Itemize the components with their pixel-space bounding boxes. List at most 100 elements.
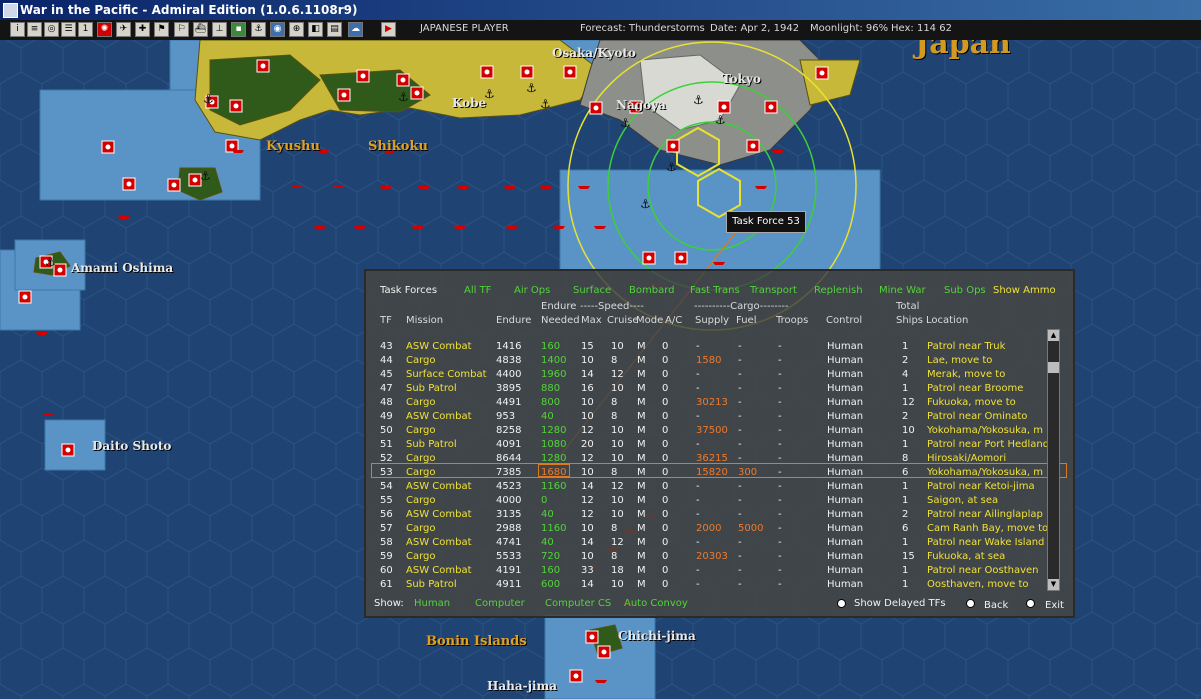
- port-anchor-icon[interactable]: ⚓: [540, 97, 551, 111]
- cell-tf[interactable]: 48: [380, 397, 393, 409]
- column-header-location[interactable]: Location: [926, 315, 968, 327]
- cell-tf[interactable]: 59: [380, 551, 393, 563]
- info-icon[interactable]: i: [10, 22, 25, 37]
- filter-surface[interactable]: Surface: [573, 285, 611, 297]
- filter-bombard[interactable]: Bombard: [629, 285, 674, 297]
- cell-location[interactable]: Patrol near Truk: [927, 341, 1005, 353]
- exit-radio-icon[interactable]: [1026, 599, 1035, 608]
- cell-mission[interactable]: Surface Combat: [406, 369, 487, 381]
- port-anchor-icon[interactable]: ⚓: [715, 113, 726, 127]
- cell-location[interactable]: Fukuoka, at sea: [927, 551, 1005, 563]
- cell-location[interactable]: Oosthaven, move to: [927, 579, 1029, 591]
- report-icon[interactable]: ▤: [327, 22, 342, 37]
- ship-icon[interactable]: [595, 680, 607, 683]
- unit-icon[interactable]: 1: [78, 22, 93, 37]
- ship-icon[interactable]: [42, 413, 54, 416]
- cell-tf[interactable]: 43: [380, 341, 393, 353]
- show-computer[interactable]: Computer: [475, 598, 525, 610]
- column-header-cruise[interactable]: Cruise: [607, 315, 639, 327]
- ship-icon[interactable]: [457, 186, 469, 189]
- filter-transport[interactable]: Transport: [750, 285, 797, 297]
- ship-icon[interactable]: [553, 226, 565, 229]
- ship-icon[interactable]: [380, 186, 392, 189]
- cell-location[interactable]: Patrol near Oosthaven: [927, 565, 1039, 577]
- filter-sub-ops[interactable]: Sub Ops: [944, 285, 986, 297]
- target-icon[interactable]: ◎: [44, 22, 59, 37]
- ship-icon[interactable]: [504, 186, 516, 189]
- cell-location[interactable]: Cam Ranh Bay, move to: [927, 523, 1048, 535]
- filter-fast-trans[interactable]: Fast Trans: [690, 285, 740, 297]
- cell-location[interactable]: Merak, move to: [927, 369, 1005, 381]
- cell-mission[interactable]: ASW Combat: [406, 565, 472, 577]
- cell-mission[interactable]: ASW Combat: [406, 411, 472, 423]
- cell-tf[interactable]: 47: [380, 383, 393, 395]
- ship-icon[interactable]: ⛴: [193, 22, 208, 37]
- ground-unit-icon[interactable]: ▪: [231, 22, 246, 37]
- cell-location[interactable]: Hirosaki/Aomori: [927, 453, 1006, 465]
- airfield-icon[interactable]: ✚: [135, 22, 150, 37]
- cell-tf[interactable]: 45: [380, 369, 393, 381]
- cell-mission[interactable]: Sub Patrol: [406, 383, 457, 395]
- cell-tf[interactable]: 61: [380, 579, 393, 591]
- flag-icon[interactable]: ⚐: [174, 22, 189, 37]
- show-delayed-tfs-button[interactable]: Show Delayed TFs: [854, 598, 946, 610]
- ship-icon[interactable]: [454, 226, 466, 229]
- filter-all-tf[interactable]: All TF: [464, 285, 491, 297]
- column-header-ships[interactable]: Ships: [896, 315, 923, 327]
- column-header-mission[interactable]: Mission: [406, 315, 443, 327]
- cell-tf[interactable]: 56: [380, 509, 393, 521]
- show-delayed-radio-icon[interactable]: [837, 599, 846, 608]
- column-header-endure[interactable]: Endure: [496, 315, 531, 327]
- port-anchor-icon[interactable]: ⚓: [693, 93, 704, 107]
- orders-icon[interactable]: ◧: [308, 22, 323, 37]
- globe-icon[interactable]: ◉: [270, 22, 285, 37]
- column-header-mode[interactable]: Mode: [636, 315, 663, 327]
- cell-tf[interactable]: 58: [380, 537, 393, 549]
- cell-tf[interactable]: 54: [380, 481, 393, 493]
- ship-icon[interactable]: [418, 186, 430, 189]
- exit-button[interactable]: Exit: [1045, 600, 1064, 612]
- ship-icon[interactable]: [594, 226, 606, 229]
- cell-tf[interactable]: 52: [380, 453, 393, 465]
- cell-mission[interactable]: Cargo: [406, 467, 436, 479]
- show-computer-cs[interactable]: Computer CS: [545, 598, 611, 610]
- scroll-thumb[interactable]: [1048, 362, 1059, 373]
- cell-mission[interactable]: Cargo: [406, 495, 436, 507]
- column-header-fuel[interactable]: Fuel: [736, 315, 756, 327]
- cell-tf[interactable]: 55: [380, 495, 393, 507]
- show-auto-convoy[interactable]: Auto Convoy: [624, 598, 688, 610]
- port-anchor-icon[interactable]: ⚓: [398, 90, 409, 104]
- base-flag-icon[interactable]: ⚑: [154, 22, 169, 37]
- ship-icon[interactable]: [291, 185, 303, 188]
- cell-mission[interactable]: Cargo: [406, 551, 436, 563]
- cell-mission[interactable]: Cargo: [406, 453, 436, 465]
- cell-location[interactable]: Fukuoka, move to: [927, 397, 1016, 409]
- column-header-max[interactable]: Max: [581, 315, 602, 327]
- cell-tf[interactable]: 50: [380, 425, 393, 437]
- cell-location[interactable]: Patrol near Port Hedland: [927, 439, 1049, 451]
- column-header-troops[interactable]: Troops: [776, 315, 808, 327]
- scroll-up-icon[interactable]: ▲: [1048, 330, 1059, 341]
- radar-icon[interactable]: ⊕: [289, 22, 304, 37]
- ship-icon[interactable]: [232, 150, 244, 153]
- port-anchor-icon[interactable]: ⚓: [200, 169, 211, 183]
- show-human[interactable]: Human: [414, 598, 450, 610]
- ship-icon[interactable]: [506, 226, 518, 229]
- ship-icon[interactable]: [713, 262, 725, 265]
- cell-mission[interactable]: ASW Combat: [406, 537, 472, 549]
- port-anchor-icon[interactable]: ⚓: [526, 81, 537, 95]
- column-header-needed[interactable]: Needed: [541, 315, 580, 327]
- column-header-control[interactable]: Control: [826, 315, 862, 327]
- cell-location[interactable]: Patrol near Ominato: [927, 411, 1027, 423]
- cell-mission[interactable]: Sub Patrol: [406, 439, 457, 451]
- ship-icon[interactable]: [772, 150, 784, 153]
- weather-icon[interactable]: ☁: [348, 22, 363, 37]
- submarine-icon[interactable]: ⊥: [212, 22, 227, 37]
- cell-tf[interactable]: 57: [380, 523, 393, 535]
- cell-location[interactable]: Patrol near Broome: [927, 383, 1023, 395]
- cell-mission[interactable]: Cargo: [406, 425, 436, 437]
- cell-mission[interactable]: Cargo: [406, 523, 436, 535]
- cell-location[interactable]: Lae, move to: [927, 355, 992, 367]
- cell-tf[interactable]: 60: [380, 565, 393, 577]
- ship-icon[interactable]: [314, 226, 326, 229]
